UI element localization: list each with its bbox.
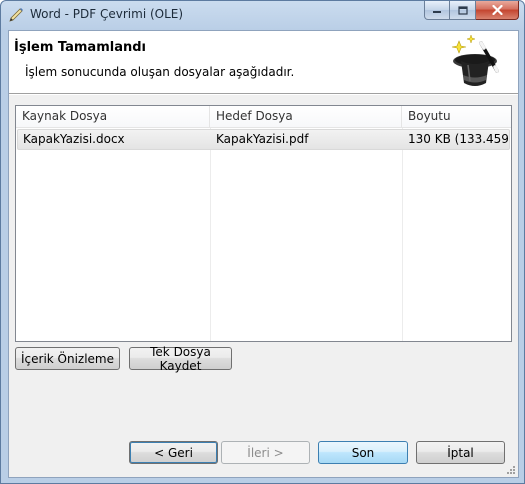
wizard-header: İşlem Tamamlandı İşlem sonucunda oluşan … xyxy=(9,31,518,93)
window-title: Word - PDF Çevrimi (OLE) xyxy=(30,7,184,21)
page-subtitle: İşlem sonucunda oluşan dosyalar aşağıdad… xyxy=(25,65,295,79)
resize-grip-icon[interactable] xyxy=(506,465,516,475)
wizard-window: Word - PDF Çevrimi (OLE) İşlem Tamamland… xyxy=(0,0,525,484)
list-header: Kaynak Dosya Hedef Dosya Boyutu xyxy=(16,106,511,128)
client-area: İşlem Tamamlandı İşlem sonucunda oluşan … xyxy=(8,30,519,478)
column-size[interactable]: Boyutu xyxy=(402,106,511,128)
close-icon xyxy=(491,5,503,15)
back-button[interactable]: < Geri xyxy=(129,441,218,464)
minimize-icon xyxy=(433,11,441,13)
save-single-file-button[interactable]: Tek Dosya Kaydet xyxy=(129,345,232,373)
cell-size: 130 KB (133.459) xyxy=(408,132,509,146)
cancel-button[interactable]: İptal xyxy=(416,441,505,464)
content-preview-button[interactable]: İçerik Önizleme xyxy=(15,347,120,370)
finish-button[interactable]: Son xyxy=(318,441,408,464)
maximize-icon xyxy=(457,5,468,15)
result-file-list[interactable]: Kaynak Dosya Hedef Dosya Boyutu KapakYaz… xyxy=(15,105,512,342)
column-source-file[interactable]: Kaynak Dosya xyxy=(16,106,210,128)
minimize-button[interactable] xyxy=(424,1,450,20)
app-icon xyxy=(9,8,23,22)
title-bar[interactable]: Word - PDF Çevrimi (OLE) xyxy=(1,1,524,28)
column-divider xyxy=(402,128,403,341)
cell-source-file: KapakYazisi.docx xyxy=(23,132,125,146)
list-row[interactable]: KapakYazisi.docx KapakYazisi.pdf 130 KB … xyxy=(17,129,510,150)
maximize-button[interactable] xyxy=(450,1,476,20)
magic-hat-icon xyxy=(451,34,499,86)
caption-buttons xyxy=(424,1,519,20)
page-title: İşlem Tamamlandı xyxy=(14,40,146,55)
column-target-file[interactable]: Hedef Dosya xyxy=(210,106,402,128)
column-divider xyxy=(210,128,211,341)
cell-target-file: KapakYazisi.pdf xyxy=(216,132,309,146)
header-separator xyxy=(9,93,518,95)
close-button[interactable] xyxy=(476,1,519,20)
next-button[interactable]: İleri > xyxy=(221,441,310,464)
